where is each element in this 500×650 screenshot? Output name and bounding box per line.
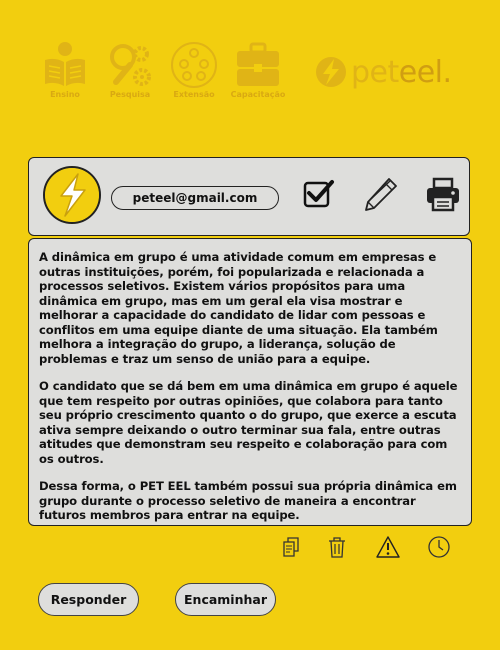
checkbox-icon <box>303 180 334 208</box>
nav-ensino[interactable]: Ensino <box>36 40 94 102</box>
trash-icon <box>329 537 345 558</box>
nav-extensao[interactable]: Extensão <box>165 40 223 102</box>
message-body: A dinâmica em grupo é uma atividade comu… <box>28 238 472 526</box>
clock-icon <box>428 536 450 558</box>
nav-label-capacitacao: Capacitação <box>230 90 286 99</box>
edit-button[interactable] <box>363 176 399 212</box>
message-paragraph: A dinâmica em grupo é uma atividade comu… <box>39 250 438 366</box>
book-reader-icon <box>45 42 85 86</box>
nav-label-ensino: Ensino <box>50 90 80 99</box>
report-button[interactable] <box>376 535 400 559</box>
avatar[interactable] <box>43 166 101 224</box>
research-gears-icon <box>110 44 151 86</box>
select-checkbox[interactable] <box>301 176 337 212</box>
community-icon <box>171 42 217 88</box>
pencil-icon <box>365 178 397 211</box>
peteel-logo: peteel. <box>314 54 452 90</box>
snooze-button[interactable] <box>427 535 451 559</box>
forward-button[interactable]: Encaminhar <box>175 583 276 616</box>
nav-label-pesquisa: Pesquisa <box>109 90 151 99</box>
lightning-avatar-icon <box>45 168 99 222</box>
nav-pesquisa[interactable]: Pesquisa <box>101 40 159 102</box>
profile-panel: peteel@gmail.com <box>28 157 470 236</box>
lightning-logo-icon <box>316 57 346 87</box>
copy-icon <box>283 537 299 557</box>
email-field[interactable]: peteel@gmail.com <box>111 186 279 210</box>
nav-label-extensao: Extensão <box>173 90 215 99</box>
message-paragraph: O candidato que se dá bem em uma dinâmic… <box>39 379 458 466</box>
copy-button[interactable] <box>279 535 303 559</box>
print-button[interactable] <box>425 176 461 212</box>
delete-button[interactable] <box>325 535 349 559</box>
printer-icon <box>427 177 459 212</box>
logo-text: peteel. <box>351 54 452 90</box>
reply-button[interactable]: Responder <box>38 583 139 616</box>
warning-icon <box>376 536 400 558</box>
briefcase-icon <box>237 42 279 86</box>
message-paragraph: Dessa forma, o PET EEL também possui sua… <box>39 479 457 522</box>
nav-capacitacao[interactable]: Capacitação <box>229 40 287 102</box>
